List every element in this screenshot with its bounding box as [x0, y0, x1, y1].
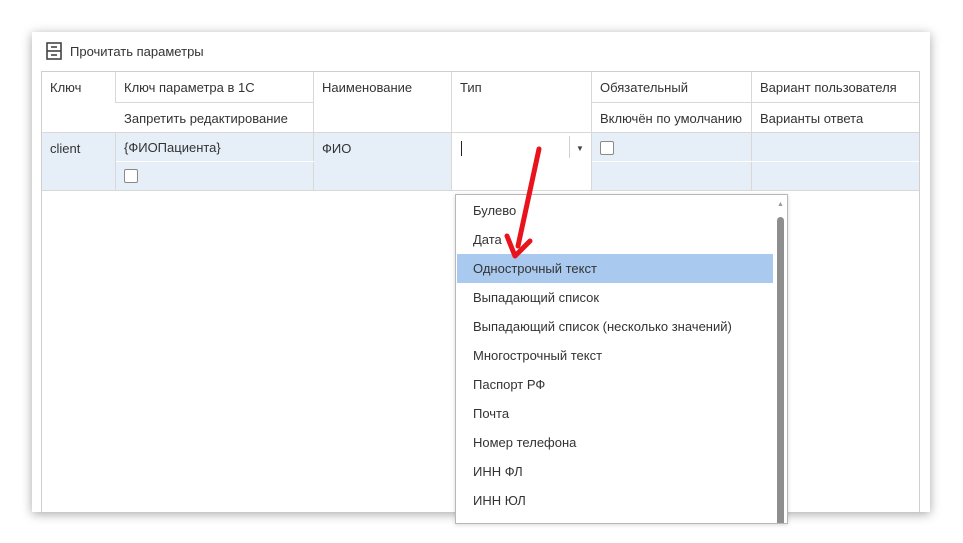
col-key-label: Ключ [50, 80, 82, 95]
col-name-header: Наименование [314, 72, 452, 133]
row-name-cell[interactable]: ФИО [314, 133, 452, 190]
col-param-key-header: Ключ параметра в 1С [116, 72, 314, 103]
forbid-edit-checkbox[interactable] [124, 169, 138, 183]
row-param-key-cell[interactable]: {ФИОПациента} [116, 133, 314, 162]
type-option[interactable]: Выпадающий список (несколько значений) [457, 312, 773, 341]
dropdown-scrollbar-thumb[interactable] [777, 217, 784, 523]
col-enabled-default-header: Включён по умолчанию [592, 103, 752, 133]
row-bottom [42, 190, 919, 191]
type-option[interactable]: Дата [457, 225, 773, 254]
type-option[interactable]: Почта [457, 399, 773, 428]
row-key-cell[interactable]: client [42, 133, 116, 190]
row-user-variant-cell[interactable] [752, 133, 919, 162]
col-required-label: Обязательный [600, 80, 688, 95]
row-required-cell [592, 133, 752, 162]
col-forbid-edit-label: Запретить редактирование [124, 110, 288, 126]
header-divider [592, 102, 919, 103]
type-option[interactable]: Многострочный текст [457, 341, 773, 370]
required-checkbox[interactable] [600, 140, 614, 155]
type-option[interactable]: Выпадающий список [457, 283, 773, 312]
col-key-header: Ключ [42, 72, 116, 103]
type-dropdown-list[interactable]: Булево Дата Однострочный текст Выпадающий с… [455, 194, 788, 524]
read-params-label: Прочитать параметры [70, 43, 204, 59]
type-dropdown-separator [569, 136, 570, 158]
type-option[interactable]: Однострочный текст [457, 254, 773, 283]
col-answer-variants-label: Варианты ответа [760, 110, 864, 126]
read-params-button[interactable]: Прочитать параметры [46, 40, 204, 62]
row-forbid-edit-cell [116, 162, 314, 190]
row-answer-variants-cell[interactable] [752, 162, 919, 190]
col-answer-variants-header: Варианты ответа [752, 103, 919, 133]
type-option[interactable]: ИНН ЮЛ [457, 486, 773, 515]
col-user-variant-header: Вариант пользователя [752, 72, 919, 103]
row-name-value: ФИО [322, 141, 352, 156]
col-user-variant-label: Вариант пользователя [760, 80, 897, 95]
text-cursor [461, 141, 462, 156]
row-enabled-default-cell [592, 162, 752, 190]
col-param-key-label: Ключ параметра в 1С [124, 80, 255, 95]
type-option[interactable]: Паспорт РФ [457, 370, 773, 399]
form-icon [46, 42, 62, 60]
type-select-input[interactable]: ▼ [452, 133, 592, 190]
type-dropdown-toggle[interactable]: ▼ [576, 144, 584, 153]
type-option[interactable]: Булево [457, 196, 773, 225]
col-name-label: Наименование [322, 80, 413, 95]
header-divider [116, 102, 314, 103]
col-type-header: Тип [452, 72, 592, 133]
col-enabled-default-label: Включён по умолчанию [600, 110, 742, 126]
col-type-label: Тип [460, 80, 482, 95]
scroll-up-icon[interactable]: ▲ [776, 201, 785, 208]
row-subdivider [116, 161, 314, 162]
type-option[interactable]: Номер телефона [457, 428, 773, 457]
row-key-value: client [50, 141, 81, 156]
type-option[interactable]: ИНН ФЛ [457, 457, 773, 486]
col-forbid-edit-header: Запретить редактирование [116, 103, 314, 133]
col-required-header: Обязательный [592, 72, 752, 103]
row-param-key-value: {ФИОПациента} [124, 140, 221, 155]
